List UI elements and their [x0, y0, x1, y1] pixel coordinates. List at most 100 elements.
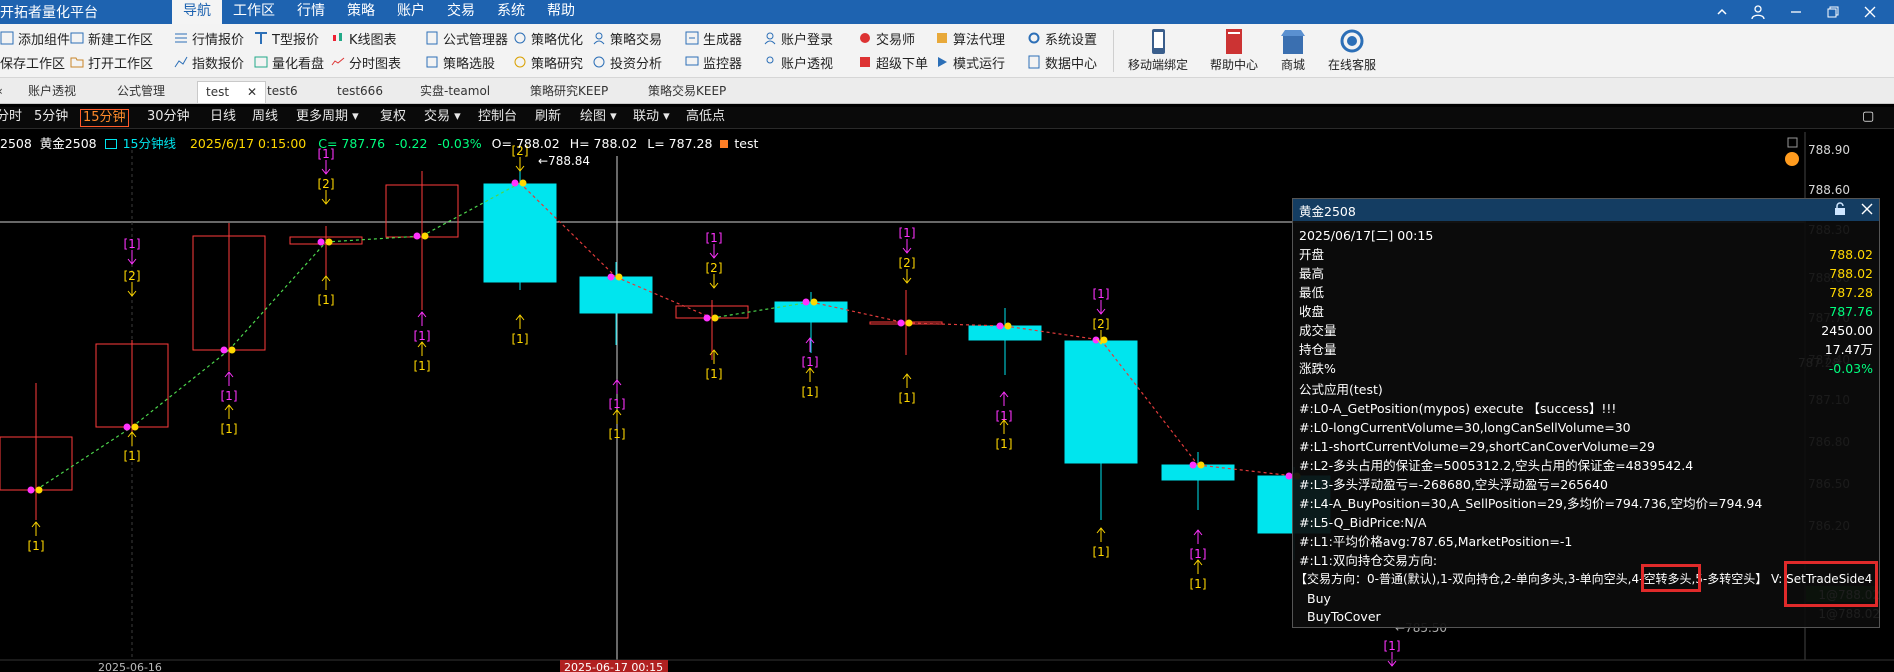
- collapse-icon[interactable]: [1703, 0, 1740, 24]
- signal-label: [2]: [318, 177, 335, 191]
- period-5min-button[interactable]: 5分钟: [32, 109, 70, 127]
- super-order-button[interactable]: 超级下单: [858, 52, 928, 72]
- trend-segment: [35, 426, 133, 491]
- minimize-icon[interactable]: [1777, 0, 1814, 24]
- chart-maximize-icon[interactable]: ▢: [1860, 109, 1876, 127]
- link-dropdown[interactable]: 联动 ▾: [631, 109, 672, 127]
- data-center-button[interactable]: 数据中心: [1027, 52, 1097, 72]
- formula-name: test: [734, 136, 759, 151]
- intraday-chart-button[interactable]: 分时图表: [331, 52, 401, 72]
- app-window: 开拓者量化平台 导航 工作区 行情 策略 账户 交易 系统 帮助 添加组件 新建…: [0, 0, 1894, 672]
- t-quote-icon: [254, 31, 268, 45]
- screen-icon: [425, 55, 439, 69]
- tab-test6[interactable]: test6: [267, 81, 298, 103]
- period-15min-button[interactable]: 15分钟: [80, 109, 129, 127]
- menu-workspace[interactable]: 工作区: [222, 0, 286, 24]
- tab-strategy-research-keep[interactable]: 策略研究KEEP: [530, 81, 608, 103]
- tab-test666[interactable]: test666: [337, 81, 383, 103]
- strategy-trade-button[interactable]: 策略交易: [592, 28, 662, 48]
- t-quote-button[interactable]: T型报价: [254, 28, 319, 48]
- save-workspace-button[interactable]: 保存工作区: [0, 52, 65, 72]
- period-icon: [104, 139, 117, 149]
- row-open-label: 开盘: [1299, 247, 1325, 262]
- tab-test[interactable]: test ✕: [197, 81, 267, 103]
- index-icon: [174, 55, 188, 69]
- strategy-screen-button[interactable]: 策略选股: [425, 52, 495, 72]
- signal-dot: [802, 298, 810, 306]
- signal-dot: [325, 238, 333, 246]
- tab-strategy-trade-keep[interactable]: 策略交易KEEP: [648, 81, 726, 103]
- index-quote-button[interactable]: 指数报价: [174, 52, 244, 72]
- tab-prev-arrow[interactable]: ‹: [0, 81, 3, 103]
- menu-account[interactable]: 账户: [386, 0, 436, 24]
- add-component-button[interactable]: 添加组件: [0, 28, 70, 48]
- lock-icon[interactable]: [1833, 201, 1847, 219]
- account-view-button[interactable]: 账户透视: [763, 52, 833, 72]
- quote-button[interactable]: 行情报价: [174, 28, 244, 48]
- high-low-button[interactable]: 高低点: [684, 109, 727, 127]
- candle-body: [774, 301, 848, 323]
- adjust-button[interactable]: 复权: [378, 109, 408, 127]
- console-button[interactable]: 控制台: [476, 109, 519, 127]
- menu-nav[interactable]: 导航: [172, 0, 222, 24]
- investment-analysis-button[interactable]: 投资分析: [592, 52, 662, 72]
- menu-market[interactable]: 行情: [286, 0, 336, 24]
- signal-dot: [317, 238, 325, 246]
- price-change-pct: -0.03%: [437, 136, 482, 151]
- signal-dot: [1092, 336, 1100, 344]
- tab-formula-manage[interactable]: 公式管理: [117, 81, 165, 103]
- signal-dot: [220, 346, 228, 354]
- more-periods-dropdown[interactable]: 更多周期 ▾: [294, 109, 361, 127]
- refresh-button[interactable]: 刷新: [533, 109, 563, 127]
- algo-agent-button[interactable]: 算法代理: [935, 28, 1005, 48]
- open-workspace-button[interactable]: 打开工作区: [70, 52, 153, 72]
- kline-chart-button[interactable]: K线图表: [331, 28, 397, 48]
- draw-dropdown[interactable]: 绘图 ▾: [578, 109, 619, 127]
- title-bar: 开拓者量化平台 导航 工作区 行情 策略 账户 交易 系统 帮助: [0, 0, 1894, 24]
- menu-strategy[interactable]: 策略: [336, 0, 386, 24]
- trend-segment: [131, 349, 230, 428]
- menu-system[interactable]: 系统: [486, 0, 536, 24]
- period-weekly-button[interactable]: 周线: [250, 109, 280, 127]
- new-workspace-button[interactable]: 新建工作区: [70, 28, 153, 48]
- trader-button[interactable]: 交易师: [858, 28, 915, 48]
- signal-dot: [421, 232, 429, 240]
- online-service-button[interactable]: 在线客服: [1328, 28, 1376, 73]
- trade-dropdown[interactable]: 交易 ▾: [422, 109, 463, 127]
- quant-view-button[interactable]: 量化看盘: [254, 52, 324, 72]
- period-label: 15分钟线: [122, 136, 176, 151]
- signal-label: [1]: [899, 391, 916, 405]
- intraday-icon: [331, 55, 345, 69]
- generator-button[interactable]: 生成器: [685, 28, 742, 48]
- mode-run-icon: [935, 55, 949, 69]
- period-daily-button[interactable]: 日线: [208, 109, 238, 127]
- user-settings-icon[interactable]: [1740, 0, 1777, 24]
- close-icon[interactable]: [1851, 0, 1888, 24]
- account-login-button[interactable]: 账户登录: [763, 28, 833, 48]
- tab-close-icon[interactable]: ✕: [247, 85, 257, 99]
- row-low-label: 最低: [1299, 285, 1325, 300]
- strategy-research-button[interactable]: 策略研究: [513, 52, 583, 72]
- mode-run-button[interactable]: 模式运行: [935, 52, 1005, 72]
- help-center-button[interactable]: 帮助中心: [1210, 28, 1258, 73]
- period-30min-button[interactable]: 30分钟: [145, 109, 192, 127]
- signal-label: [1]: [1093, 287, 1110, 301]
- popup-close-icon[interactable]: [1861, 203, 1873, 218]
- mall-button[interactable]: 商城: [1278, 28, 1308, 73]
- popup-date: 2025/06/17[二] 00:15: [1299, 228, 1434, 243]
- super-order-icon: [858, 55, 872, 69]
- mobile-bind-button[interactable]: 移动端绑定: [1128, 28, 1188, 73]
- menu-help[interactable]: 帮助: [536, 0, 586, 24]
- menu-trade[interactable]: 交易: [436, 0, 486, 24]
- restore-icon[interactable]: [1814, 0, 1851, 24]
- strategy-optimize-button[interactable]: 策略优化: [513, 28, 583, 48]
- bar-datetime: 2025/6/17 0:15:00: [189, 136, 307, 151]
- tab-live-teamol[interactable]: 实盘-teamol: [420, 81, 490, 103]
- quant-view-icon: [254, 55, 268, 69]
- formula-manager-button[interactable]: 公式管理器: [425, 28, 508, 48]
- period-intraday-button[interactable]: 分时: [0, 109, 24, 127]
- system-settings-button[interactable]: 系统设置: [1027, 28, 1097, 48]
- monitor-button[interactable]: 监控器: [685, 52, 742, 72]
- tab-account-view[interactable]: 账户透视: [28, 81, 76, 103]
- signal-label: [1]: [221, 422, 238, 436]
